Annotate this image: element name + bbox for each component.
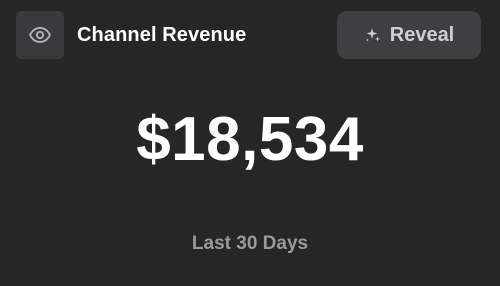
card-header: Channel Revenue Reveal xyxy=(16,11,481,59)
card-title: Channel Revenue xyxy=(77,23,247,46)
eye-icon xyxy=(29,27,51,43)
visibility-toggle[interactable] xyxy=(16,11,64,59)
revenue-card: Channel Revenue Reveal $18,534 Last 30 D… xyxy=(0,0,500,286)
revenue-value: $18,534 xyxy=(136,105,364,174)
sparkles-icon xyxy=(364,26,382,44)
reveal-button-label: Reveal xyxy=(389,23,455,46)
period-label: Last 30 Days xyxy=(191,233,309,254)
title-group: Channel Revenue xyxy=(16,11,246,59)
reveal-button[interactable]: Reveal xyxy=(337,11,481,59)
